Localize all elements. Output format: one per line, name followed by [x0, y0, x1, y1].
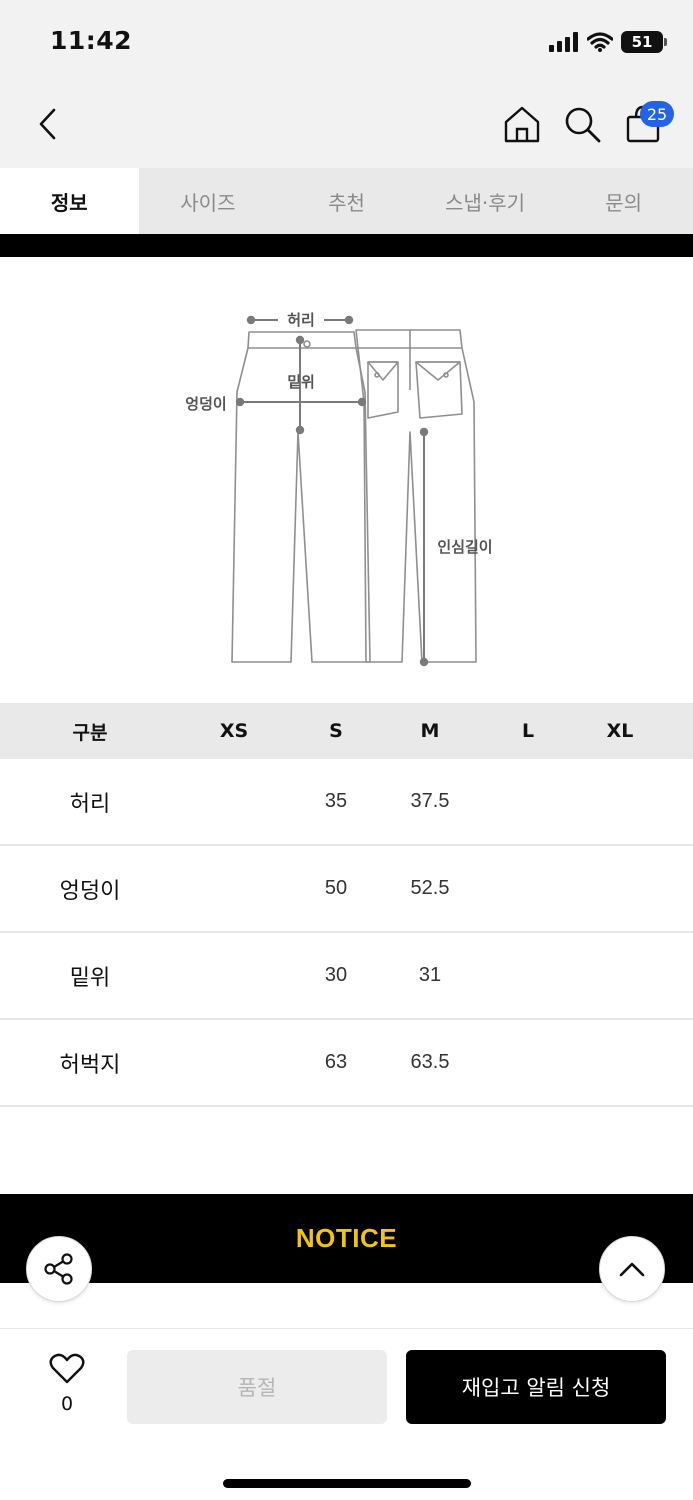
bottom-action-bar: 0 품절 재입고 알림 신청 [0, 1328, 693, 1500]
like-count: 0 [60, 1393, 74, 1415]
row-label: 엉덩이 [59, 878, 121, 904]
row-label: 밑위 [69, 965, 111, 991]
scroll-top-button[interactable] [599, 1236, 665, 1302]
nav-bar [0, 82, 693, 168]
battery-level: 51 [631, 33, 653, 51]
home-button[interactable] [502, 104, 542, 144]
search-icon [565, 107, 601, 143]
tab-size[interactable]: 사이즈 [139, 168, 278, 234]
table-cell: 50 [324, 877, 348, 899]
tab-inquiry[interactable]: 문의 [554, 168, 693, 234]
table-row: 허벅지 63 63.5 [0, 1020, 693, 1107]
label-waist: 허리 [287, 311, 315, 329]
table-cell: 63.5 [410, 1051, 450, 1073]
chevron-left-icon [39, 108, 56, 140]
status-time: 11:42 [50, 26, 133, 55]
search-button[interactable] [562, 104, 602, 144]
home-icon [504, 106, 540, 143]
label-inseam: 인심길이 [437, 538, 492, 556]
tab-info[interactable]: 정보 [0, 168, 139, 234]
table-cell: 37.5 [410, 790, 450, 812]
column-header: M [420, 720, 440, 742]
share-button[interactable] [26, 1236, 92, 1302]
notice-banner[interactable]: NOTICE [0, 1194, 693, 1283]
column-header: L [521, 720, 535, 742]
label-hip: 엉덩이 [185, 395, 226, 413]
wifi-icon [587, 32, 613, 52]
table-row: 밑위 30 31 [0, 933, 693, 1020]
table-row: 허리 35 37.5 [0, 759, 693, 846]
column-header: S [329, 720, 343, 742]
size-table: 구분 XS S M L XL 허리 35 37.5 엉덩이 50 52.5 밑위… [0, 703, 693, 1107]
label-rise: 밑위 [287, 373, 315, 391]
status-bar: 11:42 51 [0, 0, 693, 82]
chevron-up-icon [619, 1262, 645, 1277]
table-cell: 63 [324, 1051, 348, 1073]
back-pants-outline [355, 329, 477, 663]
row-label: 허벅지 [59, 1052, 121, 1078]
home-indicator [223, 1479, 471, 1488]
share-icon [44, 1253, 73, 1285]
status-icons: 51 [549, 30, 667, 54]
battery-icon: 51 [621, 31, 667, 53]
soldout-button[interactable]: 품절 [127, 1350, 387, 1424]
column-header: XL [606, 720, 634, 742]
table-cell: 30 [324, 964, 348, 986]
column-header: 구분 [72, 721, 108, 744]
notice-title: NOTICE [295, 1223, 398, 1253]
restock-alert-button[interactable]: 재입고 알림 신청 [406, 1350, 666, 1424]
tab-divider-bar [0, 234, 693, 257]
tab-recommend[interactable]: 추천 [277, 168, 416, 234]
product-tabs: 정보 사이즈 추천 스냅·후기 문의 [0, 168, 693, 234]
table-cell: 52.5 [410, 877, 450, 899]
table-header-row: 구분 XS S M L XL [0, 703, 693, 759]
back-button[interactable] [30, 104, 66, 144]
signal-icon [549, 32, 578, 52]
table-cell: 35 [324, 790, 348, 812]
tab-snap-review[interactable]: 스냅·후기 [416, 168, 555, 234]
like-button[interactable]: 0 [46, 1353, 88, 1415]
cart-count-badge: 25 [640, 101, 674, 127]
column-header: XS [219, 720, 249, 742]
heart-icon [49, 1353, 85, 1384]
table-row: 엉덩이 50 52.5 [0, 846, 693, 933]
pants-size-diagram: 허리 밑위 엉덩이 인심길이 [185, 311, 493, 667]
table-cell: 31 [418, 964, 442, 986]
row-label: 허리 [69, 791, 111, 817]
